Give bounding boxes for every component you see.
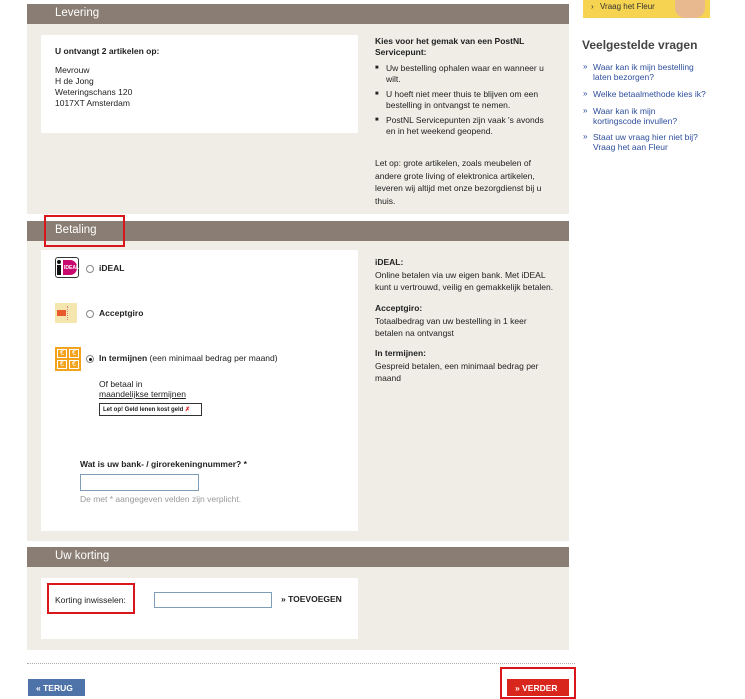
acceptgiro-info-title: Acceptgiro: — [375, 303, 423, 313]
discount-header: Uw korting — [27, 547, 569, 567]
termijnen-label-main: In termijnen — [99, 353, 148, 363]
faq-link-payment[interactable]: Welke betaalmethode kies ik? — [593, 89, 718, 99]
address-line: Weteringschans 120 — [55, 87, 133, 97]
bank-account-input[interactable] — [80, 474, 199, 491]
benefit-item: PostNL Servicepunten zijn vaak 's avonds… — [375, 115, 550, 136]
add-arrow-icon: » — [281, 594, 286, 604]
delivery-address-card: U ontvangt 2 artikelen op: Mevrouw H de … — [41, 35, 358, 133]
acceptgiro-icon — [55, 303, 77, 323]
discount-code-input[interactable] — [154, 592, 272, 608]
monthly-terms-link[interactable]: maandelijkse termijnen — [99, 389, 186, 400]
faq-link-discount[interactable]: Waar kan ik mijn kortingscode invullen? — [593, 106, 703, 126]
bank-account-label: Wat is uw bank- / girorekeningnummer? * — [80, 459, 247, 470]
ideal-info-text: Online betalen via uw eigen bank. Met iD… — [375, 270, 554, 292]
postnl-title: Kies voor het gemak van een PostNL Servi… — [375, 36, 525, 57]
faq-arrow-icon: » — [583, 62, 588, 71]
address-line: 1017XT Amsterdam — [55, 98, 130, 108]
add-discount-label: TOEVOEGEN — [288, 594, 342, 604]
benefit-item: U hoeft niet meer thuis te blijven om ee… — [375, 89, 550, 110]
loan-warning-text: Let op! Geld lenen kost geld — [103, 407, 184, 413]
ideal-radio[interactable] — [86, 265, 94, 273]
termijnen-info-text: Gespreid betalen, een minimaal bedrag pe… — [375, 361, 539, 383]
large-items-note: Let op: grote artikelen, zoals meubelen … — [375, 158, 542, 206]
termijnen-radio[interactable] — [86, 355, 94, 363]
faq-arrow-icon: » — [583, 106, 588, 115]
acceptgiro-info-text: Totaalbedrag van uw bestelling in 1 keer… — [375, 316, 527, 338]
postnl-benefits: Uw bestelling ophalen waar en wanneer u … — [375, 63, 550, 141]
next-highlight — [500, 667, 576, 699]
faq-title: Veelgestelde vragen — [582, 38, 698, 52]
add-discount-button[interactable]: » TOEVOEGEN — [281, 594, 342, 605]
delivery-header: Levering — [27, 4, 569, 24]
ideal-info-title: iDEAL: — [375, 257, 404, 267]
termijnen-label[interactable]: In termijnen (een minimaal bedrag per ma… — [99, 353, 278, 364]
payment-options-card: IDEAL iDEAL Acceptgiro € € € € In termij… — [41, 250, 358, 531]
acceptgiro-label[interactable]: Acceptgiro — [99, 308, 143, 319]
loan-warning-badge: Let op! Geld lenen kost geld ✗ — [99, 403, 202, 416]
termijnen-info-title: In termijnen: — [375, 348, 427, 358]
faq-arrow-icon: » — [583, 89, 588, 98]
benefit-item: Uw bestelling ophalen waar en wanneer u … — [375, 63, 550, 84]
required-fields-note: De met * aangegeven velden zijn verplich… — [80, 494, 242, 504]
address-line: H de Jong — [55, 76, 94, 86]
faq-link-delivery[interactable]: Waar kan ik mijn bestelling laten bezorg… — [593, 62, 708, 82]
faq-link-ask-fleur[interactable]: Staat uw vraag hier niet bij? Vraag het … — [593, 132, 708, 152]
banner-label: Vraag het Fleur — [600, 2, 655, 11]
footer-divider — [27, 663, 575, 664]
ask-fleur-banner[interactable]: › Vraag het Fleur — [583, 0, 710, 18]
banner-arrow-icon: › — [591, 2, 594, 11]
article-count: U ontvangt 2 artikelen op: — [55, 46, 160, 56]
payment-highlight — [44, 215, 125, 247]
acceptgiro-radio[interactable] — [86, 310, 94, 318]
required-mark: * — [243, 459, 247, 469]
address-line: Mevrouw — [55, 65, 90, 75]
termijnen-icon: € € € € — [55, 347, 81, 371]
bank-account-label-text: Wat is uw bank- / girorekeningnummer? — [80, 459, 242, 469]
back-button[interactable]: « TERUG — [28, 679, 85, 696]
discount-highlight — [47, 583, 135, 614]
ideal-logo: IDEAL — [55, 257, 79, 278]
back-arrow-icon: « — [36, 683, 41, 693]
termijnen-label-extra: (een minimaal bedrag per maand) — [147, 353, 278, 363]
faq-arrow-icon: » — [583, 132, 588, 141]
back-label: TERUG — [43, 683, 73, 693]
fleur-avatar — [675, 0, 705, 18]
ideal-label[interactable]: iDEAL — [99, 263, 125, 274]
warning-figure-icon: ✗ — [185, 407, 191, 413]
